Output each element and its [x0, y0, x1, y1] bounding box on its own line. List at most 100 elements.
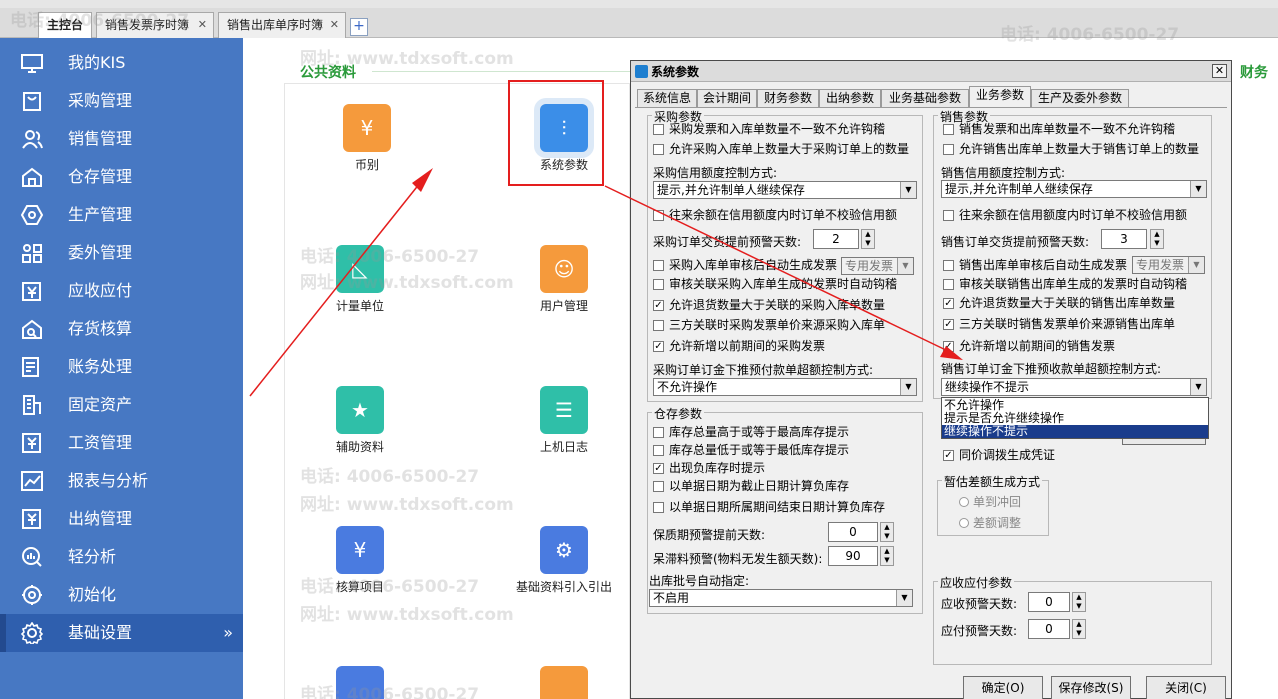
tab-sales-invoice-journal[interactable]: 销售发票序时簿 ✕ — [96, 12, 214, 38]
dropdown-arrow-icon[interactable]: ▼ — [900, 379, 916, 395]
close-icon[interactable]: ✕ — [330, 13, 339, 37]
sidebar-item-wages[interactable]: 工资管理 — [0, 424, 243, 462]
purchase-days-input[interactable]: 2 — [813, 229, 859, 249]
checkbox[interactable] — [653, 279, 664, 290]
shelf-life-input[interactable]: 0 — [828, 522, 878, 542]
purchase-deposit-select[interactable]: 不允许操作 ▼ — [653, 378, 917, 396]
purchase-credit-select[interactable]: 提示,并允许制单人继续保存 ▼ — [653, 181, 917, 199]
payable-days-input[interactable]: 0 — [1028, 619, 1070, 639]
sidebar-item-light-analysis[interactable]: 轻分析 — [0, 538, 243, 576]
checkbox[interactable] — [653, 124, 664, 135]
spin-arrows-icon[interactable]: ▲ ▼ — [880, 546, 894, 566]
checkbox[interactable]: ✓ — [943, 341, 954, 352]
spin-arrows-icon[interactable]: ▲ ▼ — [861, 229, 875, 249]
checkbox[interactable] — [653, 481, 664, 492]
sidebar-item-initialize[interactable]: 初始化 — [0, 576, 243, 614]
spin-arrows-icon[interactable]: ▲ ▼ — [1150, 229, 1164, 249]
spin-arrows-icon[interactable]: ▲ ▼ — [1072, 619, 1086, 639]
checkbox[interactable] — [943, 260, 954, 271]
checkbox[interactable]: ✓ — [653, 300, 664, 311]
expand-chevron-icon[interactable]: » — [223, 614, 233, 652]
app-accounting-items[interactable]: ¥ 核算项目 — [300, 526, 420, 595]
sales-invoice-type-select[interactable]: 专用发票 ▼ — [1132, 256, 1205, 274]
stale-stock-input[interactable]: 90 — [828, 546, 878, 566]
dropdown-option[interactable]: 继续操作不提示 — [942, 425, 1208, 438]
checkbox[interactable]: ✓ — [653, 463, 664, 474]
close-button[interactable]: 关闭(C) — [1146, 676, 1226, 699]
app-import-export[interactable]: ⚙ 基础资料引入引出 — [504, 526, 624, 595]
sales-deposit-select[interactable]: 继续操作不提示 ▼ — [941, 378, 1207, 396]
checkbox[interactable] — [943, 210, 954, 221]
sales-credit-select[interactable]: 提示,并允许制单人继续保存 ▼ — [941, 180, 1207, 198]
dropdown-arrow-icon[interactable]: ▼ — [900, 182, 916, 198]
checkbox[interactable] — [943, 144, 954, 155]
ok-button[interactable]: 确定(O) — [963, 676, 1043, 699]
dialog-tab-finance-params[interactable]: 财务参数 — [757, 89, 819, 108]
purchase-invoice-type-select[interactable]: 专用发票 ▼ — [841, 257, 914, 275]
tab-sales-outbound-journal[interactable]: 销售出库单序时簿 ✕ — [218, 12, 346, 38]
checkbox[interactable]: ✓ — [943, 298, 954, 309]
checkbox[interactable] — [943, 124, 954, 135]
dialog-tab-production-outsourcing[interactable]: 生产及委外参数 — [1031, 89, 1129, 108]
app-tile-partial[interactable] — [504, 666, 624, 699]
dialog-tab-business-params[interactable]: 业务参数 — [969, 86, 1031, 108]
spin-arrows-icon[interactable]: ▲ ▼ — [880, 522, 894, 542]
checkbox[interactable] — [653, 427, 664, 438]
spin-arrows-icon[interactable]: ▲ ▼ — [1072, 592, 1086, 612]
close-icon[interactable]: ✕ — [198, 13, 207, 37]
checkbox[interactable] — [653, 320, 664, 331]
dialog-tab-system-info[interactable]: 系统信息 — [637, 89, 697, 108]
sidebar-item-my-kis[interactable]: 我的KIS — [0, 44, 243, 82]
sidebar-item-reports[interactable]: 报表与分析 — [0, 462, 243, 500]
radio-diff-adjust[interactable]: 差额调整 — [959, 514, 1021, 531]
purchase-deposit-label: 采购订单订金下推预付款单超额控制方式: — [653, 363, 874, 377]
checkbox[interactable]: ✓ — [653, 341, 664, 352]
sidebar-item-fixed-assets[interactable]: 固定资产 — [0, 386, 243, 424]
sidebar-item-purchase[interactable]: 采购管理 — [0, 82, 243, 120]
app-user-management[interactable]: ☺ 用户管理 — [504, 245, 624, 314]
sidebar-item-outsourcing[interactable]: 委外管理 — [0, 234, 243, 272]
checkbox[interactable] — [943, 279, 954, 290]
dialog-tab-cashier-params[interactable]: 出纳参数 — [819, 89, 881, 108]
app-currency[interactable]: ¥ 币别 — [307, 104, 427, 173]
building-icon — [23, 395, 41, 415]
radio-dot[interactable] — [959, 497, 969, 507]
dialog-tab-accounting-period[interactable]: 会计期间 — [697, 89, 757, 108]
sidebar-item-sales[interactable]: 销售管理 — [0, 120, 243, 158]
sidebar-item-production[interactable]: 生产管理 — [0, 196, 243, 234]
sidebar-item-label: 固定资产 — [68, 395, 133, 414]
dialog-tab-business-basic[interactable]: 业务基础参数 — [881, 89, 969, 108]
batch-number-select[interactable]: 不启用 ▼ — [649, 589, 913, 607]
save-changes-button[interactable]: 保存修改(S) — [1051, 676, 1131, 699]
checkbox[interactable] — [653, 210, 664, 221]
checkbox[interactable] — [653, 445, 664, 456]
radio-dot[interactable] — [959, 518, 969, 528]
sidebar-item-cashier[interactable]: 出纳管理 — [0, 500, 243, 538]
checkbox[interactable] — [653, 260, 664, 271]
sidebar-item-warehouse[interactable]: 仓存管理 — [0, 158, 243, 196]
dropdown-arrow-icon[interactable]: ▼ — [1190, 181, 1206, 197]
close-icon[interactable]: ✕ — [1212, 64, 1227, 78]
receivable-days-input[interactable]: 0 — [1028, 592, 1070, 612]
dropdown-arrow-icon[interactable]: ▼ — [897, 258, 913, 274]
app-tile-partial[interactable] — [300, 666, 420, 699]
radio-reverse[interactable]: 单到冲回 — [959, 493, 1021, 510]
app-login-log[interactable]: ☰ 上机日志 — [504, 386, 624, 455]
app-unit-of-measure[interactable]: ◺ 计量单位 — [300, 245, 420, 314]
dropdown-arrow-icon[interactable]: ▼ — [896, 590, 912, 606]
dropdown-arrow-icon[interactable]: ▼ — [1188, 257, 1204, 273]
sidebar-item-accounting[interactable]: 账务处理 — [0, 348, 243, 386]
sidebar-item-basic-settings[interactable]: 基础设置 » — [0, 614, 243, 652]
sales-days-input[interactable]: 3 — [1101, 229, 1147, 249]
sidebar-item-label: 采购管理 — [68, 91, 133, 110]
checkbox[interactable]: ✓ — [943, 450, 954, 461]
sidebar-item-inventory-costing[interactable]: 存货核算 — [0, 310, 243, 348]
sidebar-item-receivable-payable[interactable]: 应收应付 — [0, 272, 243, 310]
checkbox[interactable]: ✓ — [943, 319, 954, 330]
app-auxiliary-data[interactable]: ★ 辅助资料 — [300, 386, 420, 455]
checkbox[interactable] — [653, 502, 664, 513]
checkbox[interactable] — [653, 144, 664, 155]
add-tab-icon[interactable]: + — [350, 18, 368, 36]
tab-main-console[interactable]: 主控台 — [38, 12, 92, 39]
dropdown-arrow-icon[interactable]: ▼ — [1190, 379, 1206, 395]
